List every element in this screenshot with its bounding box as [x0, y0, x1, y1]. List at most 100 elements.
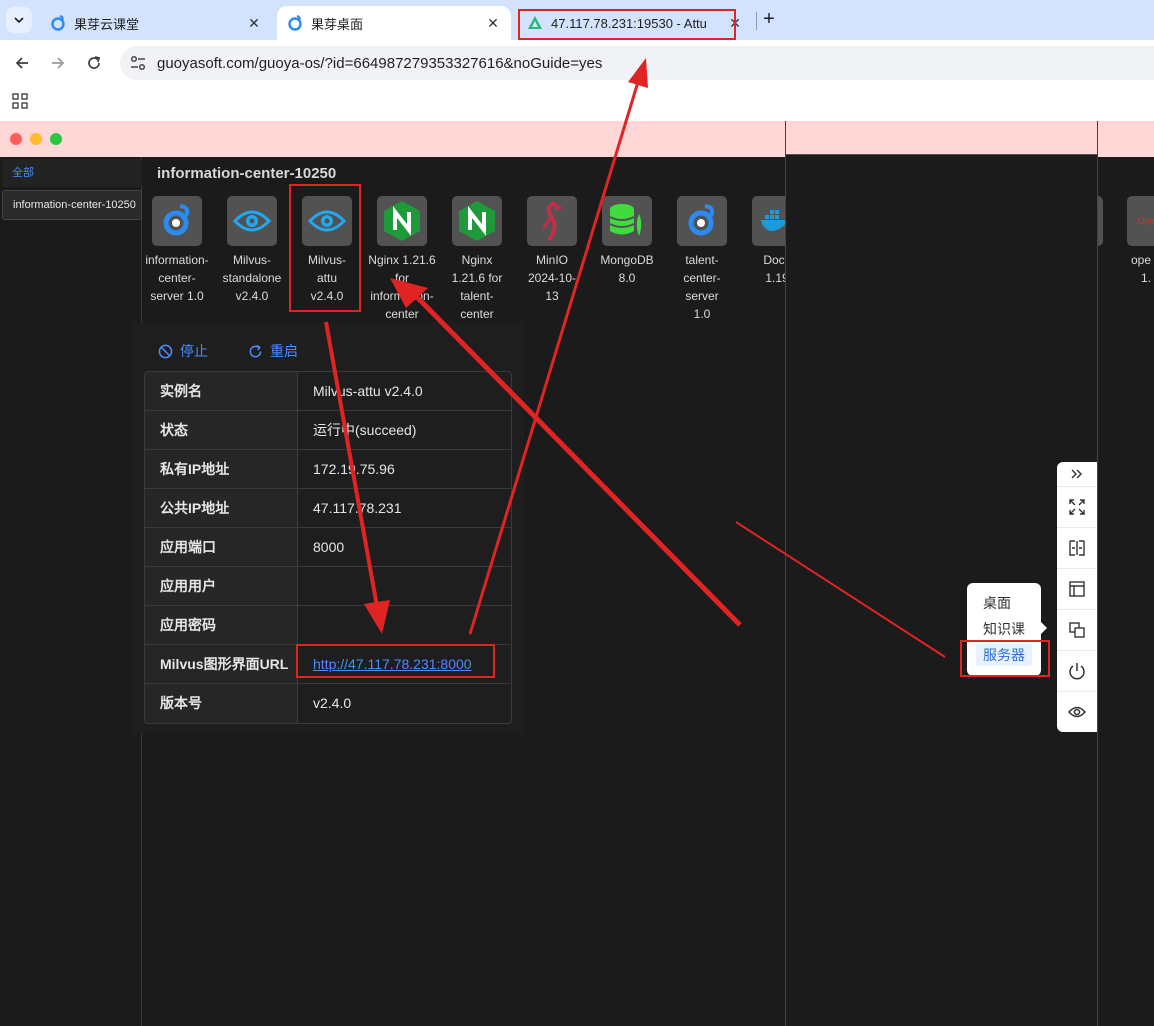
app-name: MinIO: [535, 253, 568, 267]
app-minio[interactable]: MinIO 2024-10- 13: [514, 196, 590, 305]
app-nginx-information-center[interactable]: Nginx 1.21.6 for information-center: [364, 196, 440, 323]
chevron-down-icon: [14, 17, 24, 24]
annotation-box-server-menu: [960, 640, 1050, 677]
app-name: 1.19: [765, 271, 785, 285]
app-name: 8.0: [618, 271, 636, 285]
arrow-right-icon: [52, 57, 65, 69]
reload-icon: [88, 56, 101, 69]
menu-item-knowledge-course[interactable]: 知识课: [976, 618, 1032, 640]
windows-icon[interactable]: [1057, 609, 1097, 649]
site-settings-icon[interactable]: [128, 53, 148, 73]
close-icon[interactable]: ✕: [244, 15, 264, 32]
app-name: center-: [683, 271, 721, 285]
row-key: Milvus图形界面URL: [145, 645, 298, 683]
row-value: 47.117.78.231: [313, 500, 402, 516]
sidebar-item-all[interactable]: 全部: [2, 159, 142, 187]
power-icon[interactable]: [1057, 650, 1097, 690]
row-key: 状态: [145, 411, 298, 449]
collapse-icon[interactable]: [1057, 462, 1097, 486]
row-key: 私有IP地址: [145, 450, 298, 488]
window-minimize-button[interactable]: [30, 133, 42, 145]
restart-button[interactable]: 重启: [248, 341, 298, 361]
app-name: talent-: [685, 253, 719, 267]
app-mongodb[interactable]: MongoDB 8.0: [589, 196, 665, 287]
layout-icon[interactable]: [1057, 568, 1097, 608]
mongodb-icon: [602, 196, 652, 246]
group-sidebar: 全部 information-center-10250: [0, 157, 142, 1026]
eye-icon[interactable]: [1057, 691, 1097, 731]
restart-icon: [249, 344, 262, 357]
app-name: information-: [145, 253, 209, 267]
row-key: 应用端口: [145, 528, 298, 566]
forward-button[interactable]: [46, 51, 70, 75]
guoya-logo-icon: [152, 196, 202, 246]
row-value: 8000: [313, 539, 345, 555]
app-name: information-: [370, 289, 434, 303]
app-name: for: [394, 271, 409, 285]
app-name: standalone: [222, 271, 282, 285]
tab-title: 果芽云课堂: [74, 16, 140, 32]
annotation-box-milvus-attu: [289, 184, 361, 312]
row-value: v2.4.0: [313, 695, 352, 711]
stop-label: 停止: [180, 343, 208, 359]
tab-title: 果芽桌面: [311, 16, 364, 32]
app-name: center: [460, 307, 494, 321]
app-name: MongoDB: [600, 253, 654, 267]
app-name: 1.21.6 for: [451, 271, 503, 285]
close-icon[interactable]: ✕: [483, 15, 503, 32]
restart-label: 重启: [270, 343, 298, 359]
tab-divider: [756, 12, 757, 30]
table-row: 实例名 Milvus-attu v2.4.0: [145, 372, 511, 411]
split-icon[interactable]: [1057, 527, 1097, 567]
table-row: 应用用户: [145, 567, 511, 606]
app-name: server: [685, 289, 719, 303]
screen: 果芽云课堂 ✕ 果芽桌面 ✕ 47.117.78.231:19530 - Att…: [0, 0, 1154, 1026]
app-name: Dock: [763, 253, 785, 267]
app-name: Nginx 1.21.6: [368, 253, 436, 267]
window-maximize-button[interactable]: [50, 133, 62, 145]
nginx-icon: [377, 196, 427, 246]
annotation-box-attu-tab: [518, 9, 736, 40]
app-name: center: [385, 307, 419, 321]
new-tab-button[interactable]: +: [758, 8, 780, 32]
app-information-center-server[interactable]: information-center-server 1.0: [139, 196, 215, 305]
row-key: 版本号: [145, 684, 298, 723]
app-name: server 1.0: [150, 289, 204, 303]
annotation-box-url: [296, 644, 495, 678]
tab-guoya-desktop[interactable]: 果芽桌面 ✕: [277, 6, 511, 40]
app-docker[interactable]: Dock 1.19: [739, 196, 785, 287]
app-name: 1.: [1141, 271, 1152, 285]
app-openresty[interactable]: OpenR ope 1.: [1117, 196, 1154, 287]
tab-guoya-classroom[interactable]: 果芽云课堂 ✕: [40, 6, 272, 40]
openresty-icon: OpenR: [1127, 196, 1154, 246]
app-name: 2024-10-: [527, 271, 577, 285]
fullscreen-icon[interactable]: [1057, 486, 1097, 526]
app-talent-center-server[interactable]: talent-center-server 1.0: [664, 196, 740, 323]
table-row: 应用端口 8000: [145, 528, 511, 567]
bookmarks-bar: [0, 86, 1154, 121]
table-row: 版本号 v2.4.0: [145, 684, 511, 723]
address-bar[interactable]: guoyasoft.com/guoya-os/?id=6649872793533…: [120, 46, 1154, 80]
app-milvus-standalone[interactable]: Milvus-standalone v2.4.0: [214, 196, 290, 305]
reload-button[interactable]: [82, 51, 106, 75]
app-name: center-: [158, 271, 196, 285]
docker-icon: [752, 196, 785, 246]
app-name: 1.0: [693, 307, 711, 321]
app-name: v2.4.0: [235, 289, 269, 303]
stop-button[interactable]: 停止: [158, 341, 208, 361]
sidebar-item-information-center[interactable]: information-center-10250: [2, 190, 142, 220]
guoya-favicon-icon: [288, 15, 302, 31]
app-name: ope: [1131, 253, 1152, 267]
milvus-eye-icon: [227, 196, 277, 246]
arrow-left-icon: [15, 57, 28, 69]
app-name: Milvus-: [233, 253, 271, 267]
app-nginx-talent-center[interactable]: Nginx 1.21.6 for talent-center: [439, 196, 515, 323]
tab-search-button[interactable]: [6, 7, 32, 33]
apps-grid-icon[interactable]: [12, 93, 28, 109]
back-button[interactable]: [10, 51, 34, 75]
app-name: 13: [545, 289, 559, 303]
browser-toolbar: guoyasoft.com/guoya-os/?id=6649872793533…: [0, 40, 1154, 86]
window-close-button[interactable]: [10, 133, 22, 145]
row-value: 运行中(succeed): [313, 422, 417, 438]
menu-item-desktop[interactable]: 桌面: [976, 592, 1032, 614]
